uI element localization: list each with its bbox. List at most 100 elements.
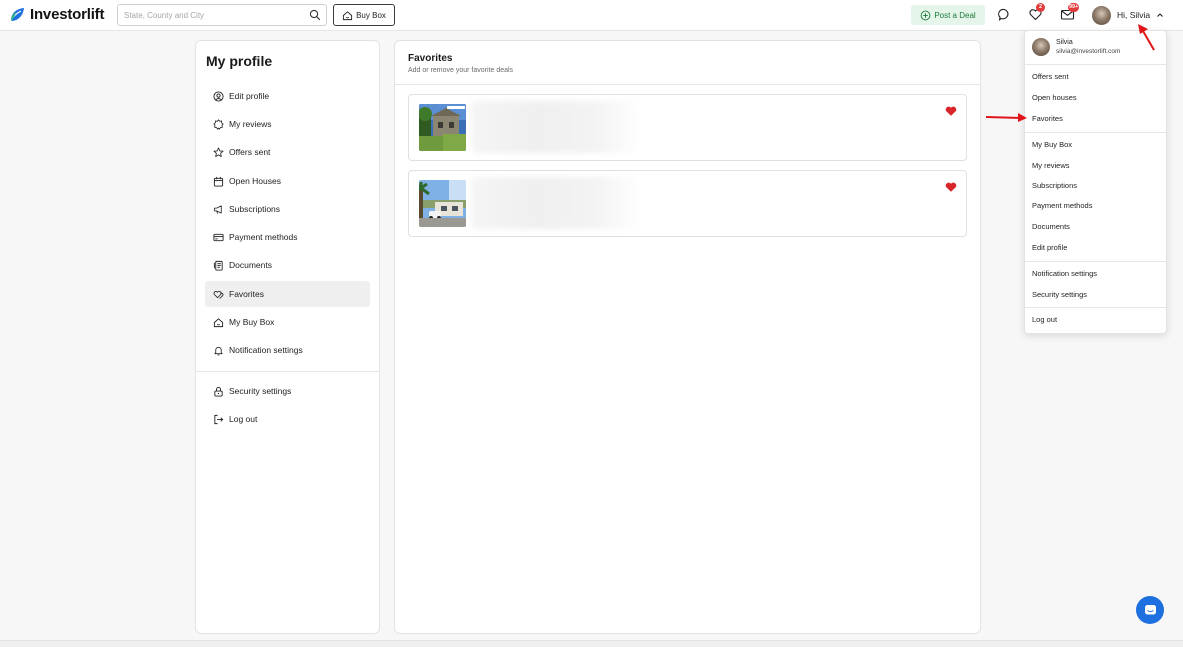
support-chat-button[interactable] [1136,596,1164,624]
chat-icon [1144,604,1156,614]
sidebar-item-label: Edit profile [229,91,270,101]
heart-filled-icon[interactable] [945,181,957,193]
sidebar-item-label: Notification settings [229,345,303,355]
sidebar-item-documents[interactable]: Documents [205,252,370,278]
user-circle-icon [213,90,224,102]
buy-box-label: Buy Box [356,10,386,20]
menu-item-open-houses[interactable]: Open houses [1032,91,1160,105]
bell-icon [214,346,223,355]
menu-item-offers-sent[interactable]: Offers sent [1032,70,1160,84]
sidebar-item-offers-sent[interactable]: Offers sent [205,139,370,165]
buy-box-button[interactable]: Buy Box [333,4,395,26]
investorlift-logo[interactable]: Investorlift [9,6,104,23]
deal-thumbnail [419,104,466,151]
post-a-deal-button[interactable]: Post a Deal [911,5,985,25]
favorites-heart-icon[interactable]: 2 [1028,3,1045,22]
search-box [117,4,327,26]
sidebar-divider [196,371,379,372]
sidebar-item-label: My Buy Box [229,317,275,327]
sidebar-item-notification-settings[interactable]: Notification settings [205,337,370,363]
menu-divider [1025,64,1166,65]
dropdown-user-info: Silvia silvia@investorlift.com [1032,38,1120,56]
sidebar-item-open-houses[interactable]: Open Houses [205,168,370,194]
avatar [1092,5,1111,25]
menu-item-notification-settings[interactable]: Notification settings [1032,267,1160,281]
house-icon [213,317,224,327]
hearts-icon [213,290,224,299]
favorite-deal-card[interactable] [408,170,967,237]
sidebar-item-label: Documents [229,260,272,270]
house-icon [343,10,353,20]
menu-item-log-out[interactable]: Log out [1032,313,1160,327]
lock-icon [214,386,223,397]
logout-icon [214,414,224,424]
sidebar-item-payment-methods[interactable]: Payment methods [205,224,370,250]
search-icon[interactable] [309,9,321,21]
top-navigation-bar: Investorlift Buy Box Post a Deal 2 [0,0,1183,31]
plus-circle-icon [920,10,931,20]
avatar [1032,38,1050,56]
menu-item-subscriptions[interactable]: Subscriptions [1032,179,1160,193]
menu-divider [1025,261,1166,262]
annotation-arrow-favorites [985,113,1027,122]
messages-envelope-icon[interactable]: 99+ [1060,3,1080,22]
blurred-deal-details [471,101,636,153]
menu-item-my-buy-box[interactable]: My Buy Box [1032,138,1160,152]
user-name: Silvia [1056,39,1073,46]
leaf-logo-icon [10,7,24,21]
logo-text: Investorlift [30,6,105,23]
sidebar-item-label: Favorites [229,289,264,299]
page-title: My profile [206,53,273,69]
post-a-deal-label: Post a Deal [934,10,976,20]
favorites-title: Favorites [408,53,453,64]
menu-item-payment-methods[interactable]: Payment methods [1032,199,1160,213]
user-email: silvia@investorlift.com [1056,48,1121,55]
favorites-subtitle: Add or remove your favorite deals [408,67,514,74]
search-input[interactable] [118,5,298,26]
chat-bubble-icon[interactable] [997,7,1012,22]
user-menu-toggle[interactable]: Hi, Silvia [1092,5,1164,25]
sidebar-item-label: Subscriptions [229,204,281,214]
favorites-count-badge: 2 [1036,3,1045,12]
sidebar-item-log-out[interactable]: Log out [205,406,370,432]
favorite-deal-card[interactable] [408,94,967,161]
sidebar-item-label: Offers sent [229,147,271,157]
menu-divider [1025,132,1166,133]
menu-divider [1025,307,1166,308]
heart-filled-icon[interactable] [945,105,957,117]
star-icon [213,147,224,157]
house-photo-icon [419,104,466,151]
sidebar-item-label: Log out [229,414,258,424]
blurred-deal-details [471,177,636,229]
sidebar-item-subscriptions[interactable]: Subscriptions [205,196,370,222]
profile-sidebar: My profile Edit profile My reviews Offer… [195,40,380,634]
sidebar-item-label: My reviews [229,119,272,129]
messages-count-badge: 99+ [1068,3,1080,12]
user-greeting: Hi, Silvia [1117,10,1151,20]
sidebar-item-security-settings[interactable]: Security settings [205,378,370,404]
menu-item-documents[interactable]: Documents [1032,220,1160,234]
badge-icon [213,118,224,130]
menu-item-security-settings[interactable]: Security settings [1032,288,1160,302]
page-footer-strip [0,640,1183,647]
sidebar-item-label: Open Houses [229,176,281,186]
sidebar-item-label: Security settings [229,386,292,396]
sidebar-item-favorites[interactable]: Favorites [205,281,370,307]
sidebar-item-my-reviews[interactable]: My reviews [205,111,370,137]
house-photo-icon [419,180,466,227]
sidebar-item-edit-profile[interactable]: Edit profile [205,83,370,109]
document-icon [213,260,223,271]
menu-item-edit-profile[interactable]: Edit profile [1032,241,1160,255]
chevron-up-icon [1157,13,1163,17]
favorites-panel: Favorites Add or remove your favorite de… [394,40,981,634]
calendar-icon [213,176,224,187]
menu-item-my-reviews[interactable]: My reviews [1032,159,1160,173]
favorites-header: Favorites Add or remove your favorite de… [395,41,980,85]
credit-card-icon [213,233,224,241]
sidebar-item-my-buy-box[interactable]: My Buy Box [205,309,370,335]
deal-thumbnail [419,180,466,227]
menu-item-favorites[interactable]: Favorites [1032,112,1160,126]
user-dropdown-menu: Silvia silvia@investorlift.com Offers se… [1024,30,1167,334]
megaphone-icon [213,204,222,214]
sidebar-item-label: Payment methods [229,232,298,242]
